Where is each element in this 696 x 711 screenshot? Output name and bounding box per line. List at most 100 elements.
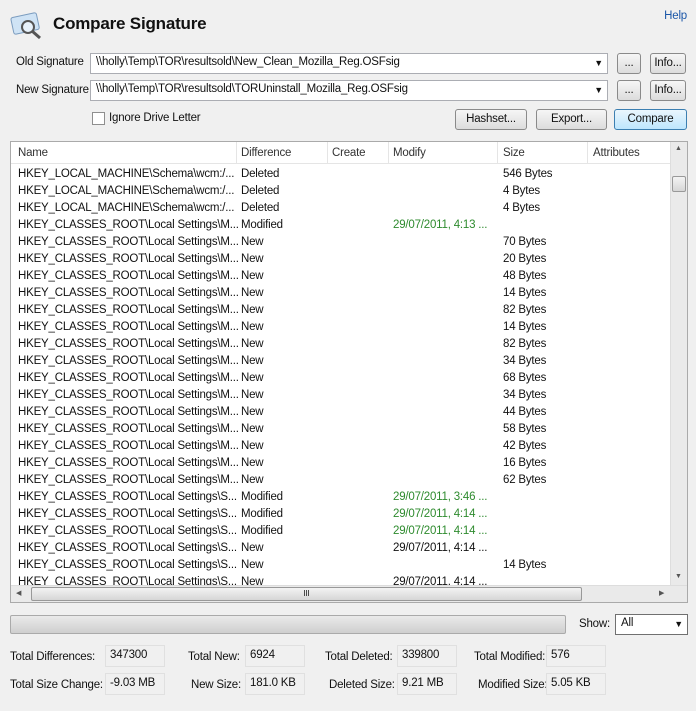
table-row[interactable]: HKEY_LOCAL_MACHINE\Schema\wcm:/... Delete… bbox=[11, 183, 671, 200]
cell-diff: New bbox=[241, 355, 264, 367]
vertical-scrollbar[interactable]: ▲ ▼ bbox=[670, 142, 687, 585]
cell-name: HKEY_CLASSES_ROOT\Local Settings\M... bbox=[18, 304, 239, 316]
cell-modify: 29/07/2011, 4:14 ... bbox=[393, 542, 488, 554]
cell-name: HKEY_CLASSES_ROOT\Local Settings\S... bbox=[18, 525, 237, 537]
table-row[interactable]: HKEY_CLASSES_ROOT\Local Settings\M... New… bbox=[11, 336, 671, 353]
new-info-button[interactable]: Info... bbox=[650, 80, 686, 101]
table-row[interactable]: HKEY_CLASSES_ROOT\Local Settings\S... Mod… bbox=[11, 523, 671, 540]
cell-modify: 29/07/2011, 4:14 ... bbox=[393, 525, 488, 537]
table-row[interactable]: HKEY_CLASSES_ROOT\Local Settings\M... New… bbox=[11, 404, 671, 421]
show-filter-select[interactable]: All ▼ bbox=[615, 614, 688, 635]
show-label: Show: bbox=[579, 618, 610, 630]
scroll-left-icon[interactable]: ◀ bbox=[16, 589, 21, 597]
old-info-button[interactable]: Info... bbox=[650, 53, 686, 74]
table-row[interactable]: HKEY_CLASSES_ROOT\Local Settings\M... New… bbox=[11, 302, 671, 319]
old-browse-button[interactable]: ... bbox=[617, 53, 641, 74]
col-modify[interactable]: Modify bbox=[393, 147, 426, 159]
cell-name: HKEY_LOCAL_MACHINE\Schema\wcm:/... bbox=[18, 168, 235, 180]
cell-name: HKEY_CLASSES_ROOT\Local Settings\M... bbox=[18, 321, 239, 333]
table-row[interactable]: HKEY_CLASSES_ROOT\Local Settings\M... New… bbox=[11, 353, 671, 370]
export-button[interactable]: Export... bbox=[536, 109, 607, 130]
cell-size: 14 Bytes bbox=[503, 287, 547, 299]
new-browse-button[interactable]: ... bbox=[617, 80, 641, 101]
cell-diff: New bbox=[241, 559, 264, 571]
cell-name: HKEY_CLASSES_ROOT\Local Settings\M... bbox=[18, 457, 239, 469]
chevron-down-icon[interactable]: ▼ bbox=[594, 85, 603, 95]
scroll-down-icon[interactable]: ▼ bbox=[675, 573, 682, 580]
table-row[interactable]: HKEY_LOCAL_MACHINE\Schema\wcm:/... Delete… bbox=[11, 166, 671, 183]
cell-diff: New bbox=[241, 372, 264, 384]
table-row[interactable]: HKEY_CLASSES_ROOT\Local Settings\M... New… bbox=[11, 251, 671, 268]
cell-size: 44 Bytes bbox=[503, 406, 547, 418]
cell-name: HKEY_CLASSES_ROOT\Local Settings\M... bbox=[18, 287, 239, 299]
horizontal-scrollbar[interactable]: ◀ III ▶ bbox=[11, 585, 687, 602]
old-signature-value: \\holly\Temp\TOR\resultsold\New_Clean_Mo… bbox=[96, 56, 400, 68]
new-signature-combo[interactable]: \\holly\Temp\TOR\resultsold\TORUninstall… bbox=[90, 80, 608, 101]
chevron-down-icon[interactable]: ▼ bbox=[674, 619, 683, 629]
table-row[interactable]: HKEY_CLASSES_ROOT\Local Settings\M... New… bbox=[11, 455, 671, 472]
table-row[interactable]: HKEY_CLASSES_ROOT\Local Settings\S... Mod… bbox=[11, 489, 671, 506]
new-signature-value: \\holly\Temp\TOR\resultsold\TORUninstall… bbox=[96, 83, 408, 95]
cell-diff: New bbox=[241, 321, 264, 333]
ignore-drive-label: Ignore Drive Letter bbox=[109, 112, 201, 124]
table-row[interactable]: HKEY_CLASSES_ROOT\Local Settings\M... New… bbox=[11, 387, 671, 404]
table-row[interactable]: HKEY_CLASSES_ROOT\Local Settings\S... New… bbox=[11, 557, 671, 574]
vertical-scroll-thumb[interactable] bbox=[672, 176, 686, 192]
chevron-down-icon[interactable]: ▼ bbox=[594, 58, 603, 68]
table-row[interactable]: HKEY_CLASSES_ROOT\Local Settings\M... New… bbox=[11, 472, 671, 489]
scroll-right-icon[interactable]: ▶ bbox=[659, 589, 664, 597]
help-link[interactable]: Help bbox=[664, 10, 687, 22]
deleted-size-label: Deleted Size: bbox=[329, 679, 395, 691]
results-table[interactable]: Name Difference Create Modify Size Attri… bbox=[10, 141, 688, 603]
table-row[interactable]: HKEY_CLASSES_ROOT\Local Settings\M... New… bbox=[11, 268, 671, 285]
col-size[interactable]: Size bbox=[503, 147, 525, 159]
cell-modify: 29/07/2011, 4:13 ... bbox=[393, 219, 488, 231]
cell-size: 42 Bytes bbox=[503, 440, 547, 452]
table-row[interactable]: HKEY_CLASSES_ROOT\Local Settings\M... New… bbox=[11, 438, 671, 455]
scroll-up-icon[interactable]: ▲ bbox=[675, 145, 682, 152]
table-row[interactable]: HKEY_CLASSES_ROOT\Local Settings\S... New… bbox=[11, 540, 671, 557]
compare-button[interactable]: Compare bbox=[614, 109, 687, 130]
table-row[interactable]: HKEY_CLASSES_ROOT\Local Settings\M... New… bbox=[11, 370, 671, 387]
col-difference[interactable]: Difference bbox=[241, 147, 291, 159]
table-row[interactable]: HKEY_CLASSES_ROOT\Local Settings\M... New… bbox=[11, 421, 671, 438]
cell-size: 34 Bytes bbox=[503, 389, 547, 401]
table-row[interactable]: HKEY_CLASSES_ROOT\Local Settings\S... Mod… bbox=[11, 506, 671, 523]
cell-diff: New bbox=[241, 304, 264, 316]
col-name[interactable]: Name bbox=[18, 147, 48, 159]
horizontal-scroll-thumb[interactable]: III bbox=[31, 587, 582, 601]
total-differences-value: 347300 bbox=[105, 645, 165, 667]
cell-name: HKEY_CLASSES_ROOT\Local Settings\S... bbox=[18, 559, 237, 571]
cell-size: 14 Bytes bbox=[503, 321, 547, 333]
table-row[interactable]: HKEY_CLASSES_ROOT\Local Settings\M... Mod… bbox=[11, 217, 671, 234]
table-row[interactable]: HKEY_CLASSES_ROOT\Local Settings\M... New… bbox=[11, 285, 671, 302]
table-row[interactable]: HKEY_LOCAL_MACHINE\Schema\wcm:/... Delete… bbox=[11, 200, 671, 217]
new-signature-label: New Signature bbox=[16, 84, 89, 96]
cell-name: HKEY_CLASSES_ROOT\Local Settings\M... bbox=[18, 406, 239, 418]
size-change-value: -9.03 MB bbox=[105, 673, 165, 695]
cell-size: 48 Bytes bbox=[503, 270, 547, 282]
cell-size: 68 Bytes bbox=[503, 372, 547, 384]
col-attributes[interactable]: Attributes bbox=[593, 147, 640, 159]
new-size-value: 181.0 KB bbox=[245, 673, 305, 695]
page-title: Compare Signature bbox=[53, 14, 207, 33]
modified-size-label: Modified Size: bbox=[478, 679, 548, 691]
total-deleted-label: Total Deleted: bbox=[325, 651, 393, 663]
table-row[interactable]: HKEY_CLASSES_ROOT\Local Settings\M... New… bbox=[11, 319, 671, 336]
ignore-drive-checkbox[interactable] bbox=[92, 112, 105, 125]
cell-name: HKEY_CLASSES_ROOT\Local Settings\M... bbox=[18, 474, 239, 486]
col-create[interactable]: Create bbox=[332, 147, 366, 159]
cell-diff: New bbox=[241, 440, 264, 452]
cell-name: HKEY_CLASSES_ROOT\Local Settings\S... bbox=[18, 542, 237, 554]
cell-size: 14 Bytes bbox=[503, 559, 547, 571]
deleted-size-value: 9.21 MB bbox=[397, 673, 457, 695]
cell-name: HKEY_LOCAL_MACHINE\Schema\wcm:/... bbox=[18, 202, 235, 214]
old-signature-combo[interactable]: \\holly\Temp\TOR\resultsold\New_Clean_Mo… bbox=[90, 53, 608, 74]
total-new-value: 6924 bbox=[245, 645, 305, 667]
cell-diff: Modified bbox=[241, 219, 283, 231]
cell-diff: New bbox=[241, 338, 264, 350]
cell-diff: New bbox=[241, 389, 264, 401]
cell-diff: New bbox=[241, 406, 264, 418]
hashset-button[interactable]: Hashset... bbox=[455, 109, 527, 130]
table-row[interactable]: HKEY_CLASSES_ROOT\Local Settings\M... New… bbox=[11, 234, 671, 251]
